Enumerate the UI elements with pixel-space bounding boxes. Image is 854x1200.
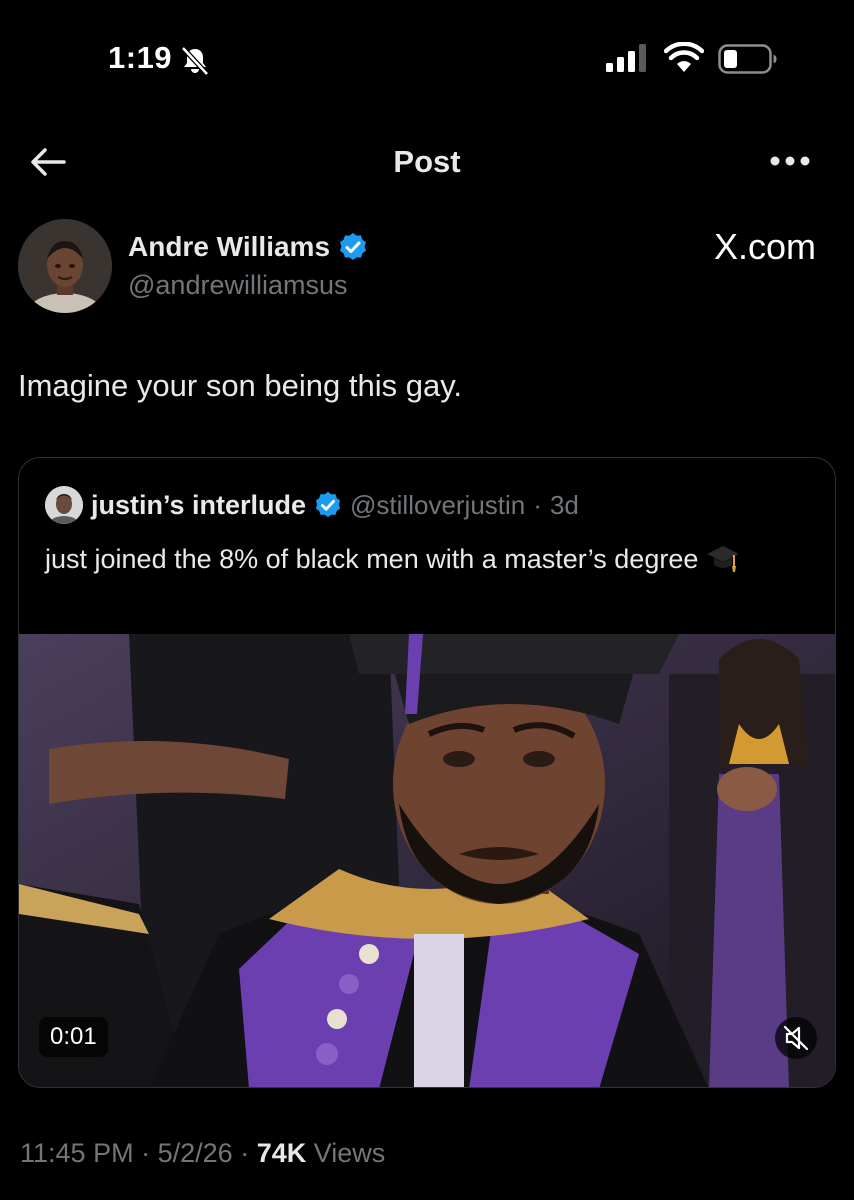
quote-video[interactable]: 0:01: [19, 634, 835, 1087]
author-name[interactable]: Andre Williams: [128, 231, 330, 263]
meta-separator: ·: [141, 1138, 151, 1168]
wifi-icon: [664, 42, 704, 72]
post-text: Imagine your son being this gay.: [18, 368, 463, 403]
quote-text: just joined the 8% of black men with a m…: [45, 544, 699, 574]
status-time: 1:19: [108, 40, 173, 75]
volume-off-icon: [783, 1025, 809, 1051]
quote-separator: ·: [533, 489, 542, 520]
post-time: 11:45 PM: [20, 1138, 134, 1168]
quote-author-name[interactable]: justin’s interlude: [91, 490, 306, 521]
video-frame: [19, 634, 835, 1087]
battery-icon: [718, 44, 777, 74]
signal-icon: [606, 44, 646, 72]
mute-button[interactable]: [775, 1017, 817, 1059]
more-horizontal-icon[interactable]: [768, 154, 812, 168]
views-count[interactable]: 74K: [257, 1138, 307, 1168]
xcom-watermark: X.com: [713, 226, 816, 267]
bell-slash-icon: [181, 46, 209, 76]
author-name-row[interactable]: Andre Williams: [128, 228, 368, 266]
quoted-post[interactable]: justin’s interlude @stilloverjustin · 3d…: [18, 457, 836, 1088]
author-avatar[interactable]: [18, 219, 112, 313]
quote-header: justin’s interlude @stilloverjustin · 3d: [45, 486, 579, 524]
post-meta: 11:45 PM · 5/2/26 · 74K Views: [20, 1138, 385, 1169]
quote-age: 3d: [549, 489, 579, 520]
nav-header: Post: [0, 130, 854, 192]
video-timestamp: 0:01: [39, 1017, 108, 1057]
page-title: Post: [393, 144, 461, 179]
status-bar: 1:19: [0, 0, 854, 120]
verified-badge-icon: [340, 233, 367, 260]
graduation-cap-icon: [706, 546, 739, 572]
post-date: 5/2/26: [157, 1138, 233, 1168]
author-handle[interactable]: @andrewilliamsus: [128, 270, 347, 301]
quote-text-block: just joined the 8% of black men with a m…: [45, 538, 805, 580]
quote-avatar[interactable]: [45, 486, 83, 524]
verified-badge-icon: [315, 491, 341, 518]
views-label[interactable]: Views: [314, 1138, 386, 1168]
quote-author-handle[interactable]: @stilloverjustin: [350, 490, 525, 521]
meta-separator: ·: [240, 1138, 250, 1168]
